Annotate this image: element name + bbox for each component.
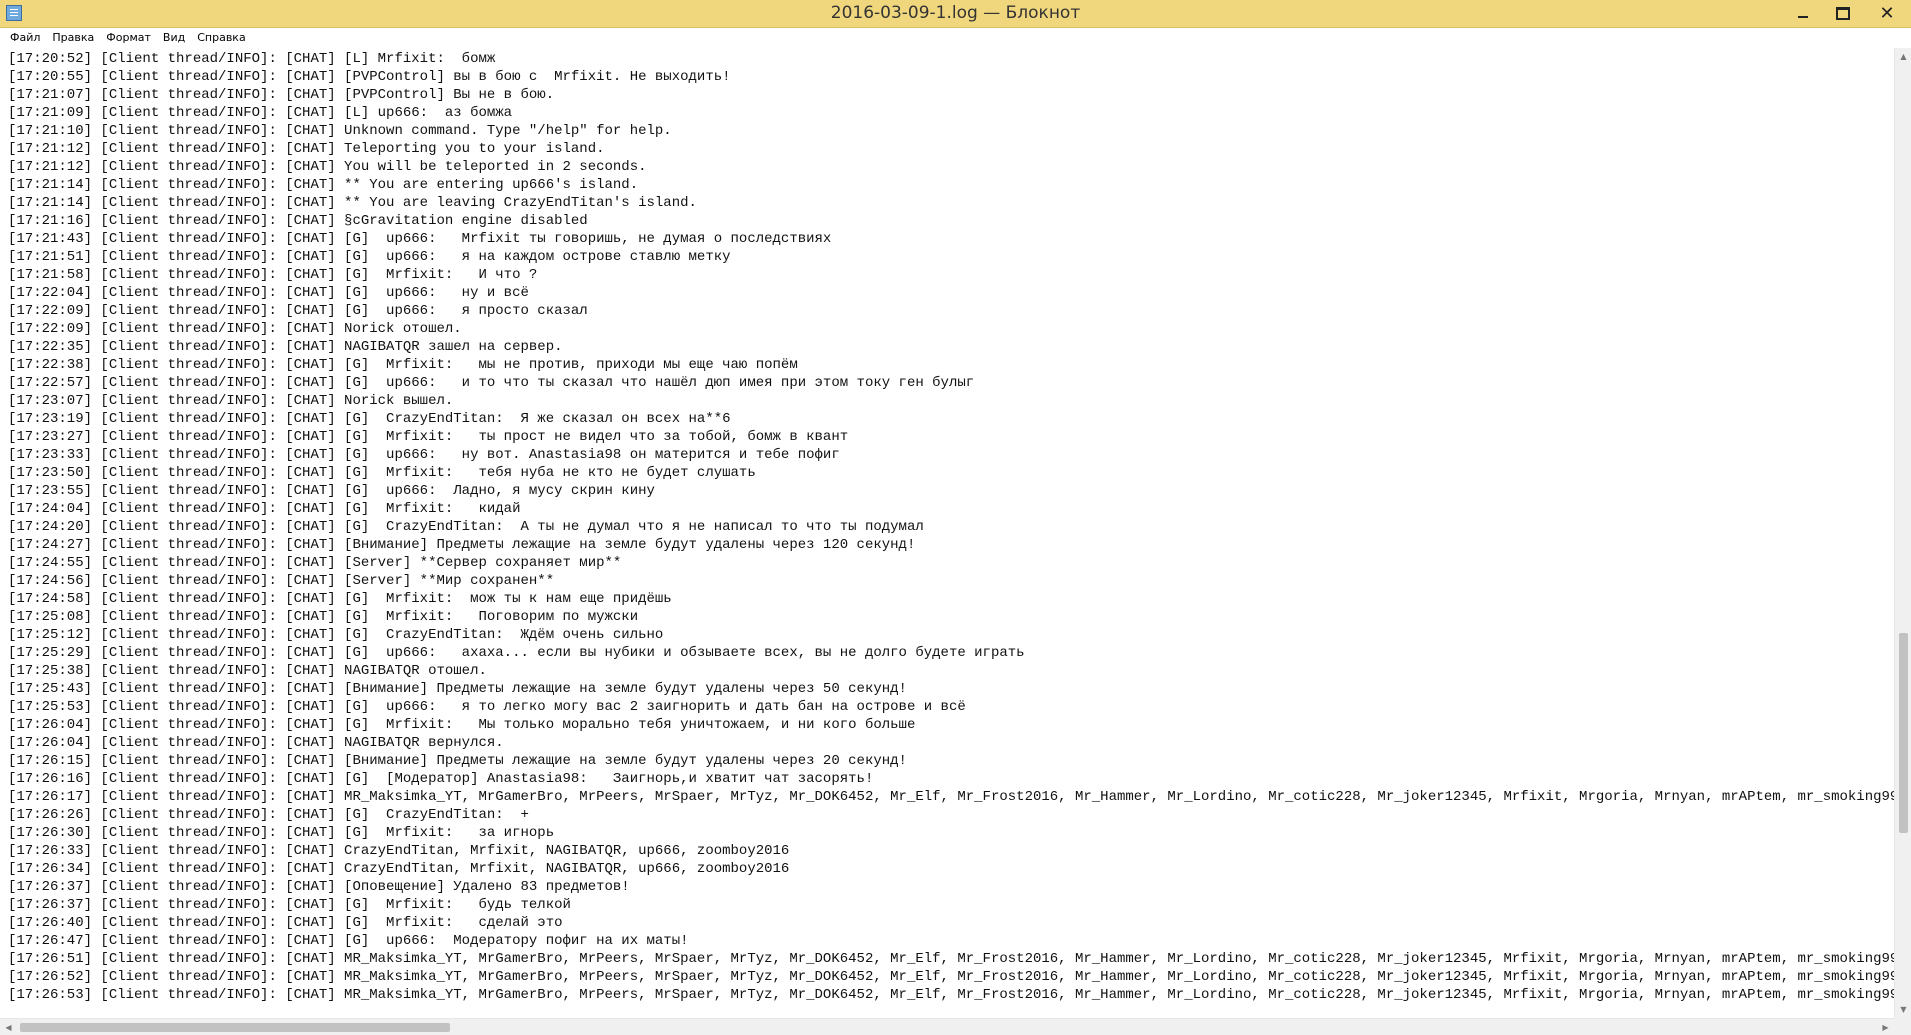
log-line: [17:21:12] [Client thread/INFO]: [CHAT] …: [8, 159, 647, 175]
log-line: [17:26:33] [Client thread/INFO]: [CHAT] …: [8, 843, 790, 859]
log-line: [17:21:14] [Client thread/INFO]: [CHAT] …: [8, 195, 697, 211]
log-line: [17:26:52] [Client thread/INFO]: [CHAT] …: [8, 969, 1894, 985]
log-line: [17:26:47] [Client thread/INFO]: [CHAT] …: [8, 933, 689, 949]
log-line: [17:26:04] [Client thread/INFO]: [CHAT] …: [8, 717, 916, 733]
log-line: [17:21:16] [Client thread/INFO]: [CHAT] …: [8, 213, 588, 229]
log-line: [17:26:04] [Client thread/INFO]: [CHAT] …: [8, 735, 504, 751]
log-line: [17:26:37] [Client thread/INFO]: [CHAT] …: [8, 897, 571, 913]
log-line: [17:26:51] [Client thread/INFO]: [CHAT] …: [8, 951, 1894, 967]
log-text: [17:20:52] [Client thread/INFO]: [CHAT] …: [0, 48, 1894, 1004]
log-line: [17:26:26] [Client thread/INFO]: [CHAT] …: [8, 807, 529, 823]
log-line: [17:21:12] [Client thread/INFO]: [CHAT] …: [8, 141, 605, 157]
notepad-window: 2016-03-09-1.log — Блокнот ✕ Файл Правка…: [0, 0, 1911, 1035]
maximize-icon: [1836, 7, 1850, 20]
log-line: [17:24:27] [Client thread/INFO]: [CHAT] …: [8, 537, 916, 553]
menu-edit[interactable]: Правка: [46, 28, 100, 48]
arrow-left-icon[interactable]: ◀: [0, 1019, 17, 1035]
log-line: [17:21:07] [Client thread/INFO]: [CHAT] …: [8, 87, 555, 103]
log-line: [17:23:33] [Client thread/INFO]: [CHAT] …: [8, 447, 840, 463]
log-line: [17:23:19] [Client thread/INFO]: [CHAT] …: [8, 411, 731, 427]
menu-view[interactable]: Вид: [157, 28, 191, 48]
window-controls: ✕: [1783, 0, 1911, 27]
log-line: [17:21:43] [Client thread/INFO]: [CHAT] …: [8, 231, 832, 247]
log-line: [17:20:55] [Client thread/INFO]: [CHAT] …: [8, 69, 731, 85]
log-line: [17:21:14] [Client thread/INFO]: [CHAT] …: [8, 177, 639, 193]
log-line: [17:26:30] [Client thread/INFO]: [CHAT] …: [8, 825, 555, 841]
log-line: [17:25:43] [Client thread/INFO]: [CHAT] …: [8, 681, 907, 697]
log-line: [17:25:53] [Client thread/INFO]: [CHAT] …: [8, 699, 966, 715]
log-line: [17:25:38] [Client thread/INFO]: [CHAT] …: [8, 663, 487, 679]
arrow-down-icon[interactable]: ▼: [1895, 1001, 1911, 1018]
arrow-up-icon[interactable]: ▲: [1895, 48, 1911, 65]
log-line: [17:26:37] [Client thread/INFO]: [CHAT] …: [8, 879, 630, 895]
log-line: [17:21:51] [Client thread/INFO]: [CHAT] …: [8, 249, 731, 265]
window-title: 2016-03-09-1.log — Блокнот: [830, 3, 1081, 23]
log-line: [17:26:17] [Client thread/INFO]: [CHAT] …: [8, 789, 1894, 805]
vertical-scroll-thumb[interactable]: [1899, 633, 1908, 833]
log-line: [17:22:57] [Client thread/INFO]: [CHAT] …: [8, 375, 975, 391]
close-button[interactable]: ✕: [1863, 0, 1911, 27]
text-editor-area[interactable]: [17:20:52] [Client thread/INFO]: [CHAT] …: [0, 48, 1894, 1018]
log-line: [17:26:34] [Client thread/INFO]: [CHAT] …: [8, 861, 790, 877]
minimize-button[interactable]: [1783, 0, 1823, 27]
minimize-icon: [1798, 15, 1808, 18]
horizontal-scroll-thumb[interactable]: [20, 1023, 450, 1032]
log-line: [17:23:27] [Client thread/INFO]: [CHAT] …: [8, 429, 849, 445]
log-line: [17:20:52] [Client thread/INFO]: [CHAT] …: [8, 51, 496, 67]
log-line: [17:24:55] [Client thread/INFO]: [CHAT] …: [8, 555, 622, 571]
menu-bar: Файл Правка Формат Вид Справка: [0, 28, 1911, 49]
log-line: [17:23:50] [Client thread/INFO]: [CHAT] …: [8, 465, 756, 481]
log-line: [17:24:56] [Client thread/INFO]: [CHAT] …: [8, 573, 555, 589]
log-line: [17:23:07] [Client thread/INFO]: [CHAT] …: [8, 393, 454, 409]
vertical-scrollbar[interactable]: ▲ ▼: [1894, 48, 1911, 1018]
menu-help[interactable]: Справка: [191, 28, 251, 48]
menu-file[interactable]: Файл: [4, 28, 46, 48]
menu-format[interactable]: Формат: [100, 28, 157, 48]
log-line: [17:24:20] [Client thread/INFO]: [CHAT] …: [8, 519, 924, 535]
log-line: [17:24:04] [Client thread/INFO]: [CHAT] …: [8, 501, 521, 517]
log-line: [17:26:53] [Client thread/INFO]: [CHAT] …: [8, 987, 1894, 1003]
log-line: [17:22:09] [Client thread/INFO]: [CHAT] …: [8, 303, 588, 319]
scrollbar-corner: [1894, 1018, 1911, 1035]
log-line: [17:26:40] [Client thread/INFO]: [CHAT] …: [8, 915, 563, 931]
log-line: [17:24:58] [Client thread/INFO]: [CHAT] …: [8, 591, 672, 607]
log-line: [17:25:12] [Client thread/INFO]: [CHAT] …: [8, 627, 664, 643]
log-line: [17:22:38] [Client thread/INFO]: [CHAT] …: [8, 357, 798, 373]
log-line: [17:26:15] [Client thread/INFO]: [CHAT] …: [8, 753, 907, 769]
title-bar[interactable]: 2016-03-09-1.log — Блокнот ✕: [0, 0, 1911, 28]
arrow-right-icon[interactable]: ▶: [1877, 1019, 1894, 1035]
log-line: [17:22:04] [Client thread/INFO]: [CHAT] …: [8, 285, 529, 301]
log-line: [17:25:08] [Client thread/INFO]: [CHAT] …: [8, 609, 639, 625]
close-icon: ✕: [1879, 2, 1895, 24]
log-line: [17:21:58] [Client thread/INFO]: [CHAT] …: [8, 267, 538, 283]
log-line: [17:22:09] [Client thread/INFO]: [CHAT] …: [8, 321, 462, 337]
log-line: [17:21:09] [Client thread/INFO]: [CHAT] …: [8, 105, 513, 121]
horizontal-scrollbar[interactable]: ◀ ▶: [0, 1018, 1894, 1035]
log-line: [17:25:29] [Client thread/INFO]: [CHAT] …: [8, 645, 1025, 661]
log-line: [17:23:55] [Client thread/INFO]: [CHAT] …: [8, 483, 655, 499]
log-line: [17:26:16] [Client thread/INFO]: [CHAT] …: [8, 771, 874, 787]
log-line: [17:22:35] [Client thread/INFO]: [CHAT] …: [8, 339, 563, 355]
log-line: [17:21:10] [Client thread/INFO]: [CHAT] …: [8, 123, 672, 139]
maximize-button[interactable]: [1823, 0, 1863, 27]
